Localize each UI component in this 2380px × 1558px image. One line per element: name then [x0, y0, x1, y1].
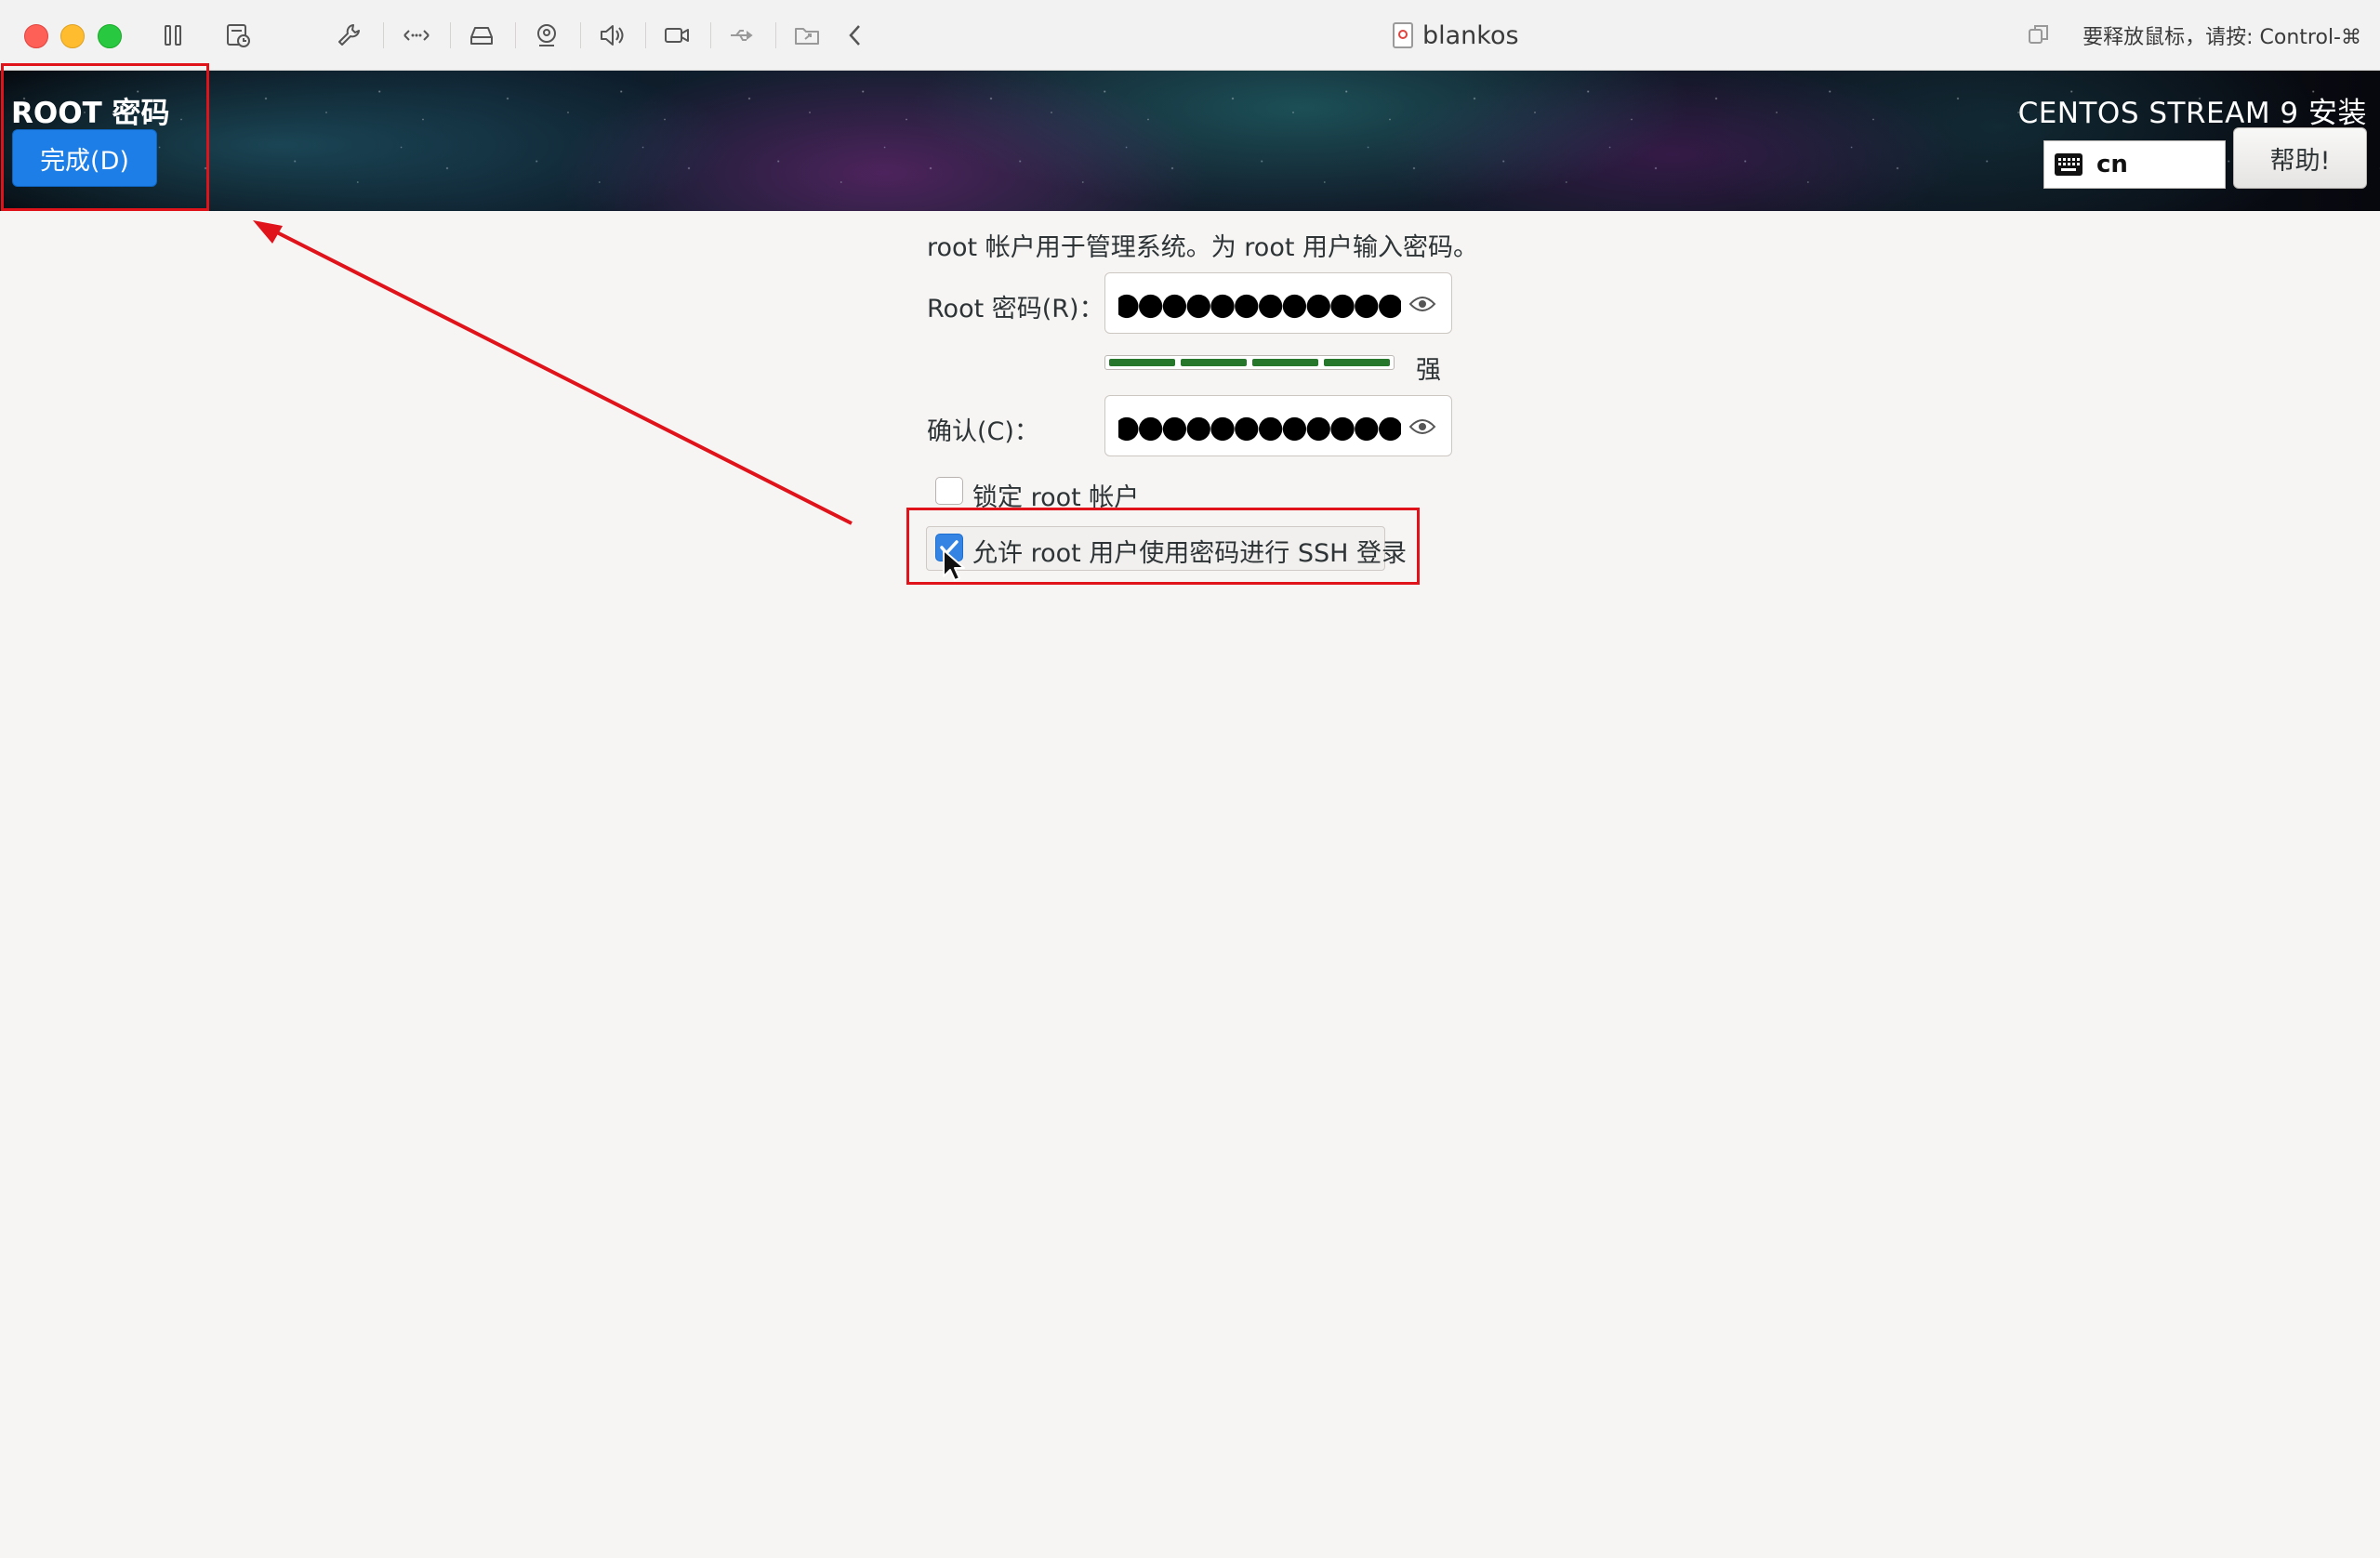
show-password-eye-icon[interactable]	[1408, 292, 1436, 316]
sound-icon[interactable]	[597, 20, 627, 50]
keyboard-icon	[2055, 153, 2082, 176]
toolbar-divider	[645, 22, 646, 48]
root-password-masked-value: ●●●●●●●●●●●●●●●	[1118, 284, 1401, 322]
toolbar-divider	[580, 22, 581, 48]
product-title: CENTOS STREAM 9 安装	[2017, 97, 2367, 130]
copy-icon	[2027, 22, 2051, 46]
snapshot-icon[interactable]	[223, 20, 253, 50]
window-title: blankos	[1393, 19, 1519, 52]
camera-icon[interactable]	[532, 20, 562, 50]
root-password-label: Root 密码(R)：	[927, 295, 1104, 323]
strength-segment	[1324, 359, 1390, 366]
toolbar-divider	[775, 22, 776, 48]
toolbar-divider	[450, 22, 451, 48]
shared-folder-icon[interactable]	[792, 20, 822, 50]
toolbar-divider	[383, 22, 384, 48]
toolbar-divider	[710, 22, 711, 48]
network-arrows-icon[interactable]	[402, 20, 431, 50]
confirm-password-field[interactable]: ●●●●●●●●●●●●●●●	[1104, 395, 1452, 456]
strength-segment	[1252, 359, 1318, 366]
disk-icon[interactable]	[467, 20, 496, 50]
mouse-release-hint: 要释放鼠标，请按: Control-⌘	[2082, 26, 2361, 49]
wrench-icon[interactable]	[335, 20, 364, 50]
close-window-button[interactable]	[24, 24, 48, 48]
usb-icon[interactable]	[727, 20, 757, 50]
window-title-text: blankos	[1422, 20, 1519, 50]
minimize-window-button[interactable]	[60, 24, 85, 48]
root-account-description: root 帐户用于管理系统。为 root 用户输入密码。	[927, 233, 1479, 262]
keyboard-layout-code: cn	[2096, 151, 2128, 178]
password-strength-label: 强	[1416, 356, 1441, 385]
toolbar-divider	[515, 22, 516, 48]
annotation-box-ssh	[906, 508, 1420, 585]
keyboard-layout-indicator[interactable]: cn	[2043, 140, 2226, 189]
strength-segment	[1109, 359, 1175, 366]
pause-icon[interactable]	[158, 20, 188, 50]
video-icon[interactable]	[662, 20, 692, 50]
window-titlebar: blankos 要释放鼠标，请按: Control-⌘	[0, 0, 2380, 71]
help-button[interactable]: 帮助!	[2233, 127, 2367, 189]
zoom-window-button[interactable]	[98, 24, 122, 48]
show-confirm-password-eye-icon[interactable]	[1408, 415, 1436, 439]
confirm-password-masked-value: ●●●●●●●●●●●●●●●	[1118, 407, 1401, 444]
chevron-left-icon[interactable]	[840, 20, 870, 50]
password-strength-bar	[1104, 355, 1395, 370]
lock-root-checkbox[interactable]	[935, 477, 963, 505]
strength-segment	[1181, 359, 1247, 366]
annotation-box-done	[1, 63, 209, 211]
vm-document-icon	[1393, 22, 1413, 48]
root-password-field[interactable]: ●●●●●●●●●●●●●●●	[1104, 272, 1452, 334]
confirm-password-label: 确认(C)：	[927, 417, 1039, 446]
